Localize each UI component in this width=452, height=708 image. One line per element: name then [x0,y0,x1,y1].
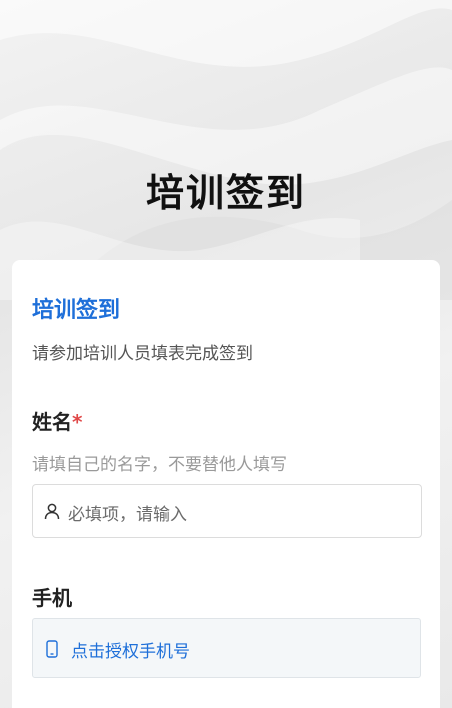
form-card: 培训签到 请参加培训人员填表完成签到 姓名* 请填自己的名字，不要替他人填写 必… [12,260,440,708]
form-description: 请参加培训人员填表完成签到 [32,344,253,364]
name-field-hint: 请填自己的名字，不要替他人填写 [32,455,287,475]
user-icon [44,503,60,520]
authorize-phone-label: 点击授权手机号 [71,642,190,662]
name-label-text: 姓名 [32,410,72,434]
name-field-label: 姓名* [32,406,82,435]
mobile-phone-icon [46,640,58,658]
name-input-placeholder: 必填项，请输入 [68,505,187,525]
page: 培训签到 培训签到 请参加培训人员填表完成签到 姓名* 请填自己的名字，不要替他… [0,0,452,708]
name-input[interactable]: 必填项，请输入 [32,484,422,538]
phone-field-label: 手机 [32,586,72,610]
required-mark: * [72,410,83,434]
hero-title: 培训签到 [145,171,306,215]
silk-background-decoration [0,0,452,300]
authorize-phone-button[interactable]: 点击授权手机号 [32,618,421,678]
form-title: 培训签到 [32,298,121,323]
